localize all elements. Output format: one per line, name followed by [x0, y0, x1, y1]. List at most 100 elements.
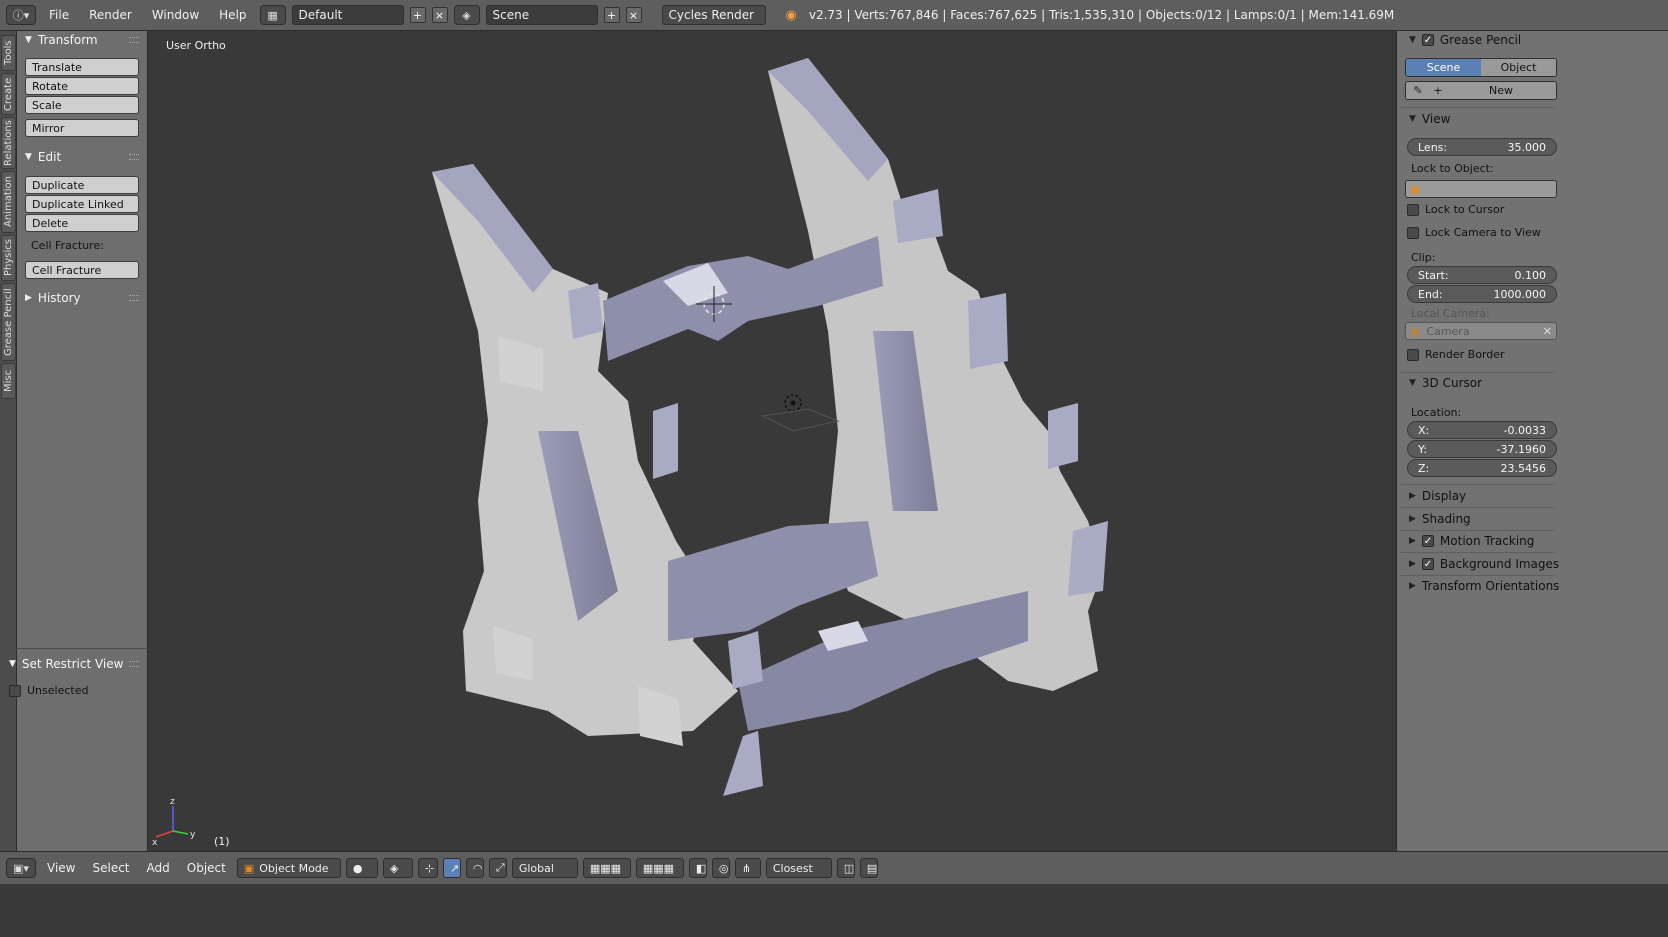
scene-tab[interactable]: Scene	[1406, 59, 1481, 76]
duplicate-button[interactable]: Duplicate	[25, 176, 139, 194]
transform-orientations-title: Transform Orientations	[1421, 579, 1560, 593]
tab-animation[interactable]: Animation	[1, 171, 16, 233]
snap-target-select[interactable]: Closest	[765, 858, 832, 878]
3d-viewport[interactable]: User Ortho z x y (1)	[148, 31, 1395, 851]
cursor-x-field[interactable]: X: -0.0033	[1407, 421, 1557, 439]
tab-tools[interactable]: Tools	[1, 35, 16, 71]
tab-physics[interactable]: Physics	[1, 235, 16, 281]
lock-layers-toggle[interactable]: ◧	[688, 858, 707, 878]
tab-misc[interactable]: Misc	[1, 363, 16, 399]
3d-cursor-header[interactable]: ▼ 3D Cursor	[1409, 374, 1482, 392]
unselected-checkbox[interactable]: Unselected	[9, 684, 88, 697]
scale-button[interactable]: Scale	[25, 96, 139, 114]
tooth-block	[968, 293, 1008, 369]
checkbox-checked-icon[interactable]: ✓	[1421, 535, 1434, 547]
layers-group-2[interactable]: ▦▦▦	[635, 858, 684, 878]
lock-camera-checkbox[interactable]: Lock Camera to View	[1407, 226, 1541, 239]
checkbox-checked-icon[interactable]: ✓	[1421, 558, 1434, 570]
tab-grease-pencil[interactable]: Grease Pencil	[1, 283, 16, 361]
restrict-panel-header[interactable]: ▼ Set Restrict View	[9, 655, 123, 673]
remove-scene-icon[interactable]: ×	[625, 7, 642, 23]
grease-pencil-header[interactable]: ▼ ✓ Grease Pencil	[1409, 31, 1521, 49]
panel-grip-icon[interactable]	[129, 295, 139, 301]
menu-file[interactable]: File	[42, 8, 76, 22]
cursor-y-field[interactable]: Y: -37.1960	[1407, 440, 1557, 458]
rotate-manipulator-toggle[interactable]: ◠	[465, 858, 484, 878]
magnet-icon: ⋔	[741, 861, 752, 875]
cell-fracture-button[interactable]: Cell Fracture	[25, 261, 139, 279]
scale-manipulator-toggle[interactable]: ⤢	[488, 858, 507, 878]
view-header[interactable]: ▼ View	[1409, 110, 1450, 128]
panel-grip-icon[interactable]	[129, 37, 139, 43]
duplicate-linked-button[interactable]: Duplicate Linked	[25, 195, 139, 213]
divider	[1401, 575, 1555, 576]
info-editor-icon[interactable]: ⓘ▾	[6, 5, 36, 25]
shading-header[interactable]: ▶ Shading	[1409, 510, 1471, 528]
motion-tracking-header[interactable]: ▶ ✓ Motion Tracking	[1409, 532, 1534, 550]
orientation-select[interactable]: Global	[511, 858, 578, 878]
render-border-checkbox[interactable]: Render Border	[1407, 348, 1505, 361]
menu-add[interactable]: Add	[141, 861, 176, 875]
clip-end-field[interactable]: End: 1000.000	[1407, 285, 1557, 303]
cursor-z-field[interactable]: Z: 23.5456	[1407, 459, 1557, 477]
local-camera-field[interactable]: ▣ Camera ✕	[1405, 322, 1557, 340]
axis-x-label: x	[152, 838, 158, 848]
edit-panel-header[interactable]: ▼ Edit	[25, 148, 61, 166]
menu-select[interactable]: Select	[86, 861, 135, 875]
panel-grip-icon[interactable]	[129, 661, 139, 667]
add-layout-icon[interactable]: +	[409, 7, 426, 23]
render-icon-button[interactable]: ◫	[836, 858, 855, 878]
menu-render[interactable]: Render	[82, 8, 139, 22]
checkbox-checked-icon[interactable]: ✓	[1421, 34, 1434, 46]
scene-icon[interactable]: ◈	[453, 5, 480, 25]
mirror-button[interactable]: Mirror	[25, 119, 139, 137]
lock-to-cursor-checkbox[interactable]: Lock to Cursor	[1407, 203, 1504, 216]
tab-create[interactable]: Create	[1, 73, 16, 115]
rotate-button[interactable]: Rotate	[25, 77, 139, 95]
menu-help[interactable]: Help	[212, 8, 253, 22]
orientation-label: Global	[518, 861, 554, 875]
lens-field[interactable]: Lens: 35.000	[1407, 138, 1557, 156]
add-icon[interactable]: +	[1430, 84, 1446, 97]
menu-object[interactable]: Object	[181, 861, 232, 875]
translate-manipulator-toggle[interactable]: ↗	[442, 858, 461, 878]
clear-icon[interactable]: ✕	[1543, 325, 1552, 338]
pivot-select[interactable]: ◈	[382, 858, 413, 878]
transform-manipulator-toggle[interactable]: ⊹	[417, 858, 438, 878]
viewport-shading-select[interactable]: ●	[345, 858, 378, 878]
object-cube-icon: ▣	[1410, 182, 1421, 196]
scene-field[interactable]: Scene	[485, 5, 598, 25]
mesh-model[interactable]: z x y	[148, 31, 1395, 851]
delete-button[interactable]: Delete	[25, 214, 139, 232]
expand-triangle-icon: ▼	[1409, 114, 1416, 124]
snap-element-select[interactable]: ⋔	[734, 858, 761, 878]
panel-grip-icon[interactable]	[129, 154, 139, 160]
add-scene-icon[interactable]: +	[603, 7, 620, 23]
lock-object-field[interactable]: ▣	[1405, 180, 1557, 198]
new-button[interactable]: New	[1446, 84, 1556, 97]
mode-select[interactable]: ▣ Object Mode	[236, 858, 341, 878]
transform-orientations-header[interactable]: ▶ Transform Orientations	[1409, 577, 1559, 595]
layers-group-1[interactable]: ▦▦▦	[582, 858, 631, 878]
render-anim-button[interactable]: ▤	[859, 858, 878, 878]
object-tab[interactable]: Object	[1481, 59, 1556, 76]
rotate-icon: ◠	[472, 861, 483, 875]
remove-layout-icon[interactable]: ×	[431, 7, 448, 23]
divider	[1401, 107, 1555, 108]
menu-window[interactable]: Window	[145, 8, 206, 22]
display-header[interactable]: ▶ Display	[1409, 487, 1466, 505]
translate-button[interactable]: Translate	[25, 58, 139, 76]
pencil-icon[interactable]: ✎	[1406, 84, 1430, 97]
screen-layout-icon[interactable]: ▦	[259, 5, 286, 25]
background-images-header[interactable]: ▶ ✓ Background Images	[1409, 555, 1559, 573]
tab-relations[interactable]: Relations	[1, 117, 16, 169]
divider	[0, 648, 148, 649]
history-panel-header[interactable]: ▶ History	[25, 289, 81, 307]
clip-start-field[interactable]: Start: 0.100	[1407, 266, 1557, 284]
render-engine-select[interactable]: Cycles Render	[661, 5, 766, 25]
menu-view[interactable]: View	[41, 861, 81, 875]
transform-panel-header[interactable]: ▼ Transform	[25, 31, 98, 49]
proportional-edit-toggle[interactable]: ◎	[711, 858, 730, 878]
screen-layout-field[interactable]: Default	[291, 5, 404, 25]
editor-type-icon[interactable]: ▣▾	[6, 858, 36, 878]
